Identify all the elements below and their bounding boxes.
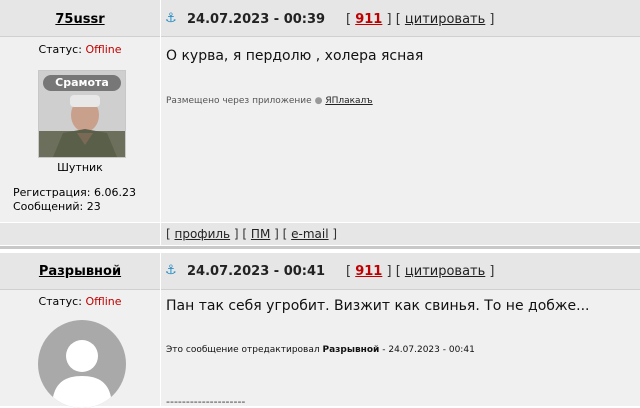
status-label: Статус: <box>38 43 82 56</box>
post-2-quote-link[interactable]: цитировать <box>405 264 485 279</box>
app-link[interactable]: ЯПлакалъ <box>325 96 372 106</box>
post-2-username-link[interactable]: Разрывной <box>0 264 160 279</box>
status-label: Статус: <box>38 295 82 308</box>
post-1-quote-link[interactable]: цитировать <box>405 12 485 27</box>
post-2-number-link[interactable]: 911 <box>355 264 382 279</box>
anchor-icon[interactable]: ⚓ <box>165 263 177 278</box>
post-1-number-link[interactable]: 911 <box>355 12 382 27</box>
post-separator <box>0 246 640 249</box>
user-silhouette-icon <box>52 340 112 408</box>
post-1-posted-via: Размещено через приложение ● ЯПлакалъ <box>166 96 373 106</box>
msgs-value: 23 <box>86 200 101 213</box>
post-1-registration: Регистрация: 6.06.23 <box>13 186 136 199</box>
post-2-date: 24.07.2023 - 00:41 <box>187 264 326 279</box>
posted-via-label: Размещено через приложение <box>166 96 312 106</box>
post-1-status: Статус: Offline <box>0 43 160 56</box>
anchor-icon[interactable]: ⚓ <box>165 11 177 26</box>
post-1-message-count: Сообщений: 23 <box>13 200 101 213</box>
post-2-actions: [ 911 ] [ цитировать ] <box>346 264 495 279</box>
edit-prefix: Это сообщение отредактировал <box>166 345 320 355</box>
post-1-text: О курва, я пердолю , холера ясная <box>166 48 424 64</box>
post-1-footer-links: [ профиль ] [ ПМ ] [ e-mail ] <box>166 227 338 241</box>
reg-value: 6.06.23 <box>93 186 136 199</box>
profile-link[interactable]: профиль <box>175 227 231 241</box>
apple-icon: ● <box>314 96 323 106</box>
msgs-label: Сообщений: <box>13 200 84 213</box>
post-1-rank: Шутник <box>57 161 103 174</box>
status-offline: Offline <box>85 43 122 56</box>
status-offline: Offline <box>85 295 122 308</box>
email-link[interactable]: e-mail <box>291 227 328 241</box>
post-2-edit-note: Это сообщение отредактировал Разрывной -… <box>166 345 475 355</box>
post-2-text: Пан так себя угробит. Визжит как свинья.… <box>166 298 590 314</box>
post-2-status: Статус: Offline <box>0 295 160 308</box>
avatar-caption: Срамота <box>43 75 121 91</box>
edit-date: - 24.07.2023 - 00:41 <box>382 345 475 355</box>
post-1-footer-left <box>0 223 160 245</box>
pm-link[interactable]: ПМ <box>251 227 270 241</box>
post-1-date: 24.07.2023 - 00:39 <box>187 12 326 27</box>
post-1-body-cell <box>161 37 640 222</box>
post-2-default-avatar[interactable] <box>38 320 126 408</box>
reg-label: Регистрация: <box>13 186 91 199</box>
post-1-actions: [ 911 ] [ цитировать ] <box>346 12 495 27</box>
edit-user: Разрывной <box>322 345 380 355</box>
post-1-username-link[interactable]: 75ussr <box>0 12 160 27</box>
post-2-signature-line: -------------------- <box>166 395 246 408</box>
post-1-avatar[interactable]: Срамота <box>38 70 126 158</box>
